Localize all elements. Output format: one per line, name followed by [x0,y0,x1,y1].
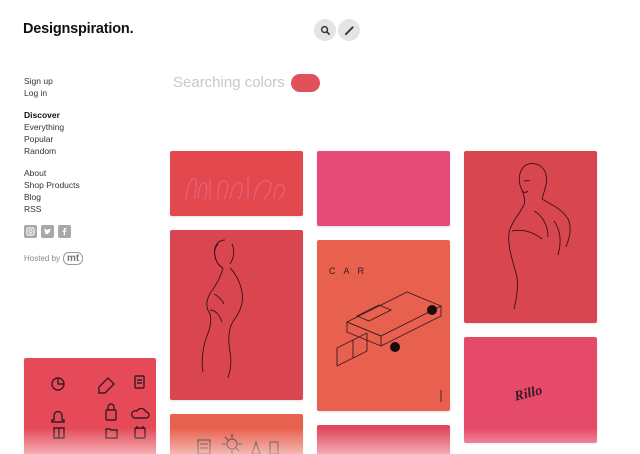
car-poster-card[interactable]: C A R [317,240,450,411]
woman-line-drawing [201,239,243,379]
instagram-icon[interactable] [24,225,37,238]
typography-art [185,177,285,200]
popular-link[interactable]: Popular [24,133,144,145]
info-links: About Shop Products Blog RSS [24,167,144,215]
everything-link[interactable]: Everything [24,121,144,133]
site-logo[interactable]: Designspiration. [23,21,134,37]
color-picker-button[interactable] [338,19,360,41]
discover-section: Discover Everything Popular Random [24,109,144,157]
red-swatch-card[interactable] [317,425,450,454]
pencil-icon [344,25,354,35]
rillo-logo: Rillo [512,383,544,405]
search-icon [320,25,330,35]
account-links: Sign up Log in [24,75,144,99]
rillo-logo-card[interactable]: Rillo [464,337,597,443]
pink-swatch-card[interactable] [317,151,450,226]
blog-link[interactable]: Blog [24,191,144,203]
about-link[interactable]: About [24,167,144,179]
typography-card[interactable] [170,151,303,216]
portrait-line-drawing [508,163,571,310]
search-label: Searching colors [173,74,285,91]
log-in-link[interactable]: Log in [24,87,144,99]
hosted-by-label: Hosted by [24,254,61,263]
color-swatch[interactable] [291,74,320,92]
objects-illustration [197,434,279,454]
host-logo[interactable]: mt [63,252,84,265]
icons-card[interactable] [24,358,156,454]
car-poster-art: C A R [329,266,443,402]
search-button[interactable] [314,19,336,41]
icons-illustration-card[interactable] [170,414,303,454]
rss-link[interactable]: RSS [24,203,144,215]
figure-sketch-card[interactable] [170,230,303,400]
twitter-icon[interactable] [41,225,54,238]
portrait-sketch-card[interactable] [464,151,597,323]
facebook-icon[interactable] [58,225,71,238]
hosted-by: Hosted by mt [24,252,144,265]
sidebar: Sign up Log in Discover Everything Popul… [24,75,144,265]
shop-products-link[interactable]: Shop Products [24,179,144,191]
sign-up-link[interactable]: Sign up [24,75,144,87]
discover-heading: Discover [24,110,60,120]
rillo-text: Rillo [512,383,544,405]
social-links [24,225,144,238]
icon-set-illustration [51,375,150,439]
random-link[interactable]: Random [24,145,144,157]
car-poster-title: C A R [329,266,367,276]
